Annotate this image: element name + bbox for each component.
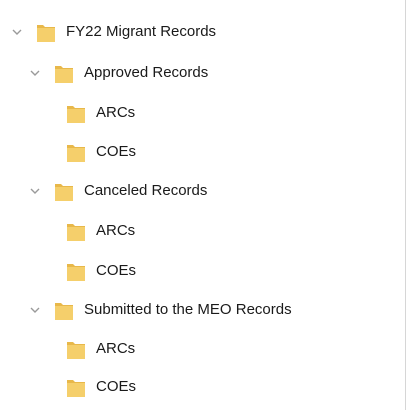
tree-node-label: Submitted to the MEO Records <box>84 301 292 318</box>
tree-node-submitted-to-the-meo-records[interactable]: Submitted to the MEO Records <box>28 295 292 325</box>
chevron-down-icon[interactable] <box>10 25 24 39</box>
folder-icon <box>66 220 86 242</box>
folder-icon <box>54 180 74 202</box>
folder-icon <box>66 376 86 398</box>
tree-node-arcs[interactable]: ARCs <box>66 98 135 128</box>
tree-node-arcs[interactable]: ARCs <box>66 216 135 246</box>
folder-tree-pane: FY22 Migrant Records Approved Records AR… <box>0 0 406 410</box>
tree-node-arcs[interactable]: ARCs <box>66 334 135 364</box>
tree-node-root[interactable]: FY22 Migrant Records <box>10 17 216 47</box>
tree-node-label: ARCs <box>96 104 136 121</box>
folder-icon <box>66 338 86 360</box>
tree-node-canceled-records[interactable]: Canceled Records <box>28 176 207 206</box>
tree-node-label: COEs <box>96 378 137 395</box>
chevron-down-icon[interactable] <box>28 66 42 80</box>
tree-node-label: ARCs <box>96 340 136 357</box>
tree-node-approved-records[interactable]: Approved Records <box>28 58 208 88</box>
tree-node-label: Canceled Records <box>84 182 208 199</box>
tree-node-coes[interactable]: COEs <box>66 256 136 286</box>
tree-node-coes[interactable]: COEs <box>66 137 136 167</box>
folder-icon <box>66 260 86 282</box>
tree-node-label: COEs <box>96 262 137 279</box>
chevron-down-icon[interactable] <box>28 184 42 198</box>
tree-node-label: FY22 Migrant Records <box>66 23 217 40</box>
folder-icon <box>54 62 74 84</box>
tree-node-coes[interactable]: COEs <box>66 372 136 402</box>
tree-node-label: COEs <box>96 143 137 160</box>
folder-icon <box>54 299 74 321</box>
chevron-down-icon[interactable] <box>28 303 42 317</box>
folder-icon <box>66 141 86 163</box>
tree-node-label: Approved Records <box>84 64 209 81</box>
folder-icon <box>66 102 86 124</box>
folder-icon <box>36 21 56 43</box>
tree-node-label: ARCs <box>96 222 136 239</box>
